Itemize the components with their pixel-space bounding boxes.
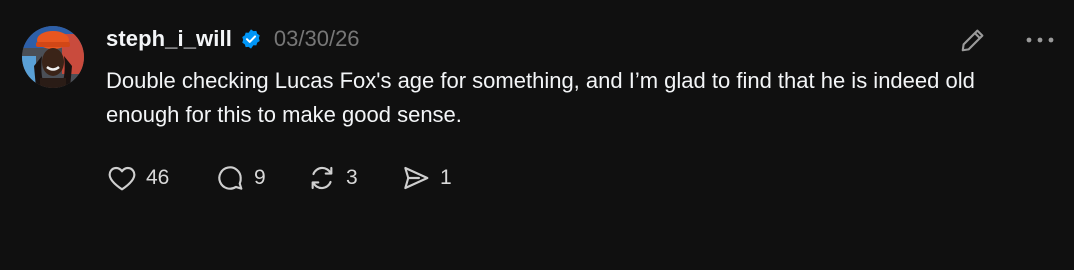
reply-count: 9 [254, 166, 266, 189]
verified-badge-icon [240, 28, 262, 50]
post-actions: 46 9 3 1 [106, 160, 460, 196]
pencil-icon [961, 29, 984, 52]
send-arrow-icon [404, 166, 429, 190]
more-dots-icon [1026, 37, 1054, 43]
like-count: 46 [146, 166, 170, 189]
more-options-button[interactable] [1020, 22, 1060, 58]
repost-count: 3 [346, 166, 358, 189]
post-text: Double checking Lucas Fox's age for some… [106, 68, 975, 127]
heart-icon [108, 166, 136, 191]
repost-arrows-icon [311, 166, 333, 190]
share-button[interactable]: 1 [400, 160, 460, 196]
avatar[interactable] [22, 26, 84, 88]
comment-bubble-icon [218, 166, 243, 190]
repost-button[interactable]: 3 [306, 160, 400, 196]
avatar-image [22, 26, 84, 88]
username[interactable]: steph_i_will [106, 26, 232, 52]
edit-button[interactable] [955, 22, 991, 58]
reply-button[interactable]: 9 [214, 160, 306, 196]
like-button[interactable]: 46 [106, 160, 214, 196]
thread-post: steph_i_will 03/30/26 Double checking Lu… [0, 0, 1074, 270]
post-timestamp[interactable]: 03/30/26 [274, 26, 360, 52]
post-header: steph_i_will 03/30/26 [106, 24, 360, 54]
share-count: 1 [440, 166, 452, 189]
